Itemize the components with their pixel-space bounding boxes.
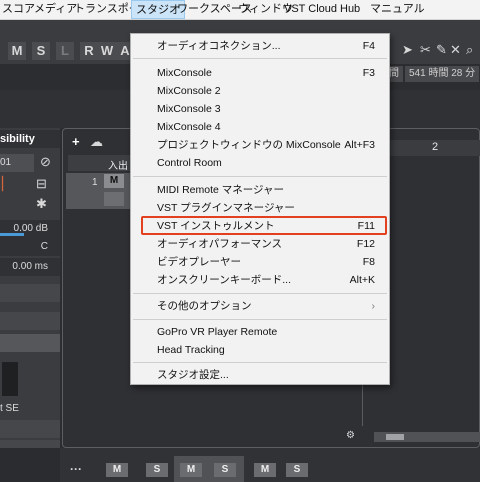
channel-solo-1[interactable]: S [146,463,168,477]
pencil-icon[interactable]: ✎ [436,42,447,58]
instrument-thumbnail [2,362,18,396]
record-time-badge: 541 時間 28 分 [405,66,480,82]
track-solo-button[interactable] [104,192,124,206]
erase-icon[interactable]: ✕ [450,42,461,58]
track-number: 01 [0,154,34,172]
settings-gear-icon[interactable]: ⚙ [346,430,355,441]
pointer-tool-icon[interactable]: ➤ [402,42,413,58]
lower-left-strip [0,448,60,482]
input-routing[interactable] [0,284,60,302]
insp-row-a[interactable] [0,420,60,438]
menu-item-onscreen-keyboard[interactable]: オンスクリーンキーボード... [157,272,291,288]
record-enable-icon[interactable]: ▏ [2,176,12,192]
shortcut-audio-connections: F4 [362,40,375,52]
track-label: 入出 [108,161,128,172]
shortcut-vst-instruments: F11 [357,220,375,232]
more-icon[interactable]: ··· [70,462,82,476]
edit-icon[interactable]: ⊘ [40,154,51,170]
menu-vst-cloud[interactable]: VST Cloud [284,0,337,19]
menu-separator [133,58,387,59]
channel-mute-1[interactable]: M [106,463,128,477]
menu-item-audio-performance[interactable]: オーディオパフォーマンス [157,236,282,252]
menu-media[interactable]: メディア [34,0,77,19]
mode-button-r[interactable]: R [80,42,98,60]
channel-solo-2[interactable]: S [214,463,236,477]
menu-separator [133,362,387,363]
menu-item-project-mixconsole[interactable]: プロジェクトウィンドウの MixConsole [157,137,341,153]
add-track-icon[interactable]: + [72,134,80,149]
channel-mute-3[interactable]: M [254,463,276,477]
mode-button-s[interactable]: S [32,42,50,60]
instrument-section[interactable] [0,334,60,352]
zoom-icon[interactable]: ⌕ [466,42,473,58]
shortcut-project-mixconsole: Alt+F3 [344,139,375,151]
freeze-icon[interactable]: ✱ [36,196,47,212]
menu-item-mixconsole-2[interactable]: MixConsole 2 [157,83,221,99]
settings-icon[interactable]: ⊟ [36,176,47,192]
menu-hub[interactable]: Hub [340,0,360,19]
menu-score[interactable]: スコア [2,0,35,19]
menu-item-gopro-vr[interactable]: GoPro VR Player Remote [157,324,277,340]
delay-value[interactable]: 0.00 ms [0,258,60,276]
menu-item-head-tracking[interactable]: Head Tracking [157,342,225,358]
submenu-chevron-icon: › [371,300,376,312]
menu-separator [133,176,387,177]
plugin-name: t SE [0,400,60,418]
cloud-icon[interactable]: ☁ [90,134,103,150]
menu-item-studio-setup[interactable]: スタジオ設定... [157,367,229,383]
menu-item-midi-remote-manager[interactable]: MIDI Remote マネージャー [157,182,284,198]
volume-meter [0,233,24,236]
shortcut-onscreen-keyboard: Alt+K [349,274,375,286]
menu-item-audio-connections[interactable]: オーディオコネクション... [157,38,281,54]
menu-item-mixconsole[interactable]: MixConsole [157,65,212,81]
menu-item-mixconsole-4[interactable]: MixConsole 4 [157,119,221,135]
channel-mute-2[interactable]: M [180,463,202,477]
menu-item-vst-plugin-manager[interactable]: VST プラグインマネージャー [157,200,295,216]
pan-value[interactable]: C [0,238,60,256]
scroll-thumb[interactable] [386,434,404,440]
mode-button-l[interactable]: L [56,42,74,60]
menu-item-mixconsole-3[interactable]: MixConsole 3 [157,101,221,117]
ruler-bar-2: 2 [432,141,439,153]
menu-item-vst-instruments[interactable]: VST インストゥルメント [157,218,274,234]
track-number-label: 1 [92,177,98,188]
menu-item-more-options[interactable]: その他のオプション [157,298,252,314]
studio-menu: オーディオコネクション... F4 MixConsole F3 MixConso… [130,33,390,385]
shortcut-mixconsole: F3 [362,67,375,79]
shortcut-audio-performance: F12 [356,238,375,250]
menu-bar: スコア メディア トランスポート スタジオ ワークスペース ウィンドウ VST … [0,0,480,20]
output-routing[interactable] [0,312,60,330]
menu-manual[interactable]: マニュアル [370,0,425,19]
menu-item-video-player[interactable]: ビデオプレーヤー [157,254,241,270]
menu-item-control-room[interactable]: Control Room [157,155,222,171]
menu-separator [133,293,387,294]
menu-separator [133,319,387,320]
inspector-title: sibility [0,130,60,148]
shortcut-video-player: F8 [362,256,375,268]
mode-button-w[interactable]: W [98,42,116,60]
track-mute-button[interactable]: M [104,174,124,188]
channel-solo-3[interactable]: S [286,463,308,477]
scissors-icon[interactable]: ✂ [420,42,431,58]
mode-button-m[interactable]: M [8,42,26,60]
